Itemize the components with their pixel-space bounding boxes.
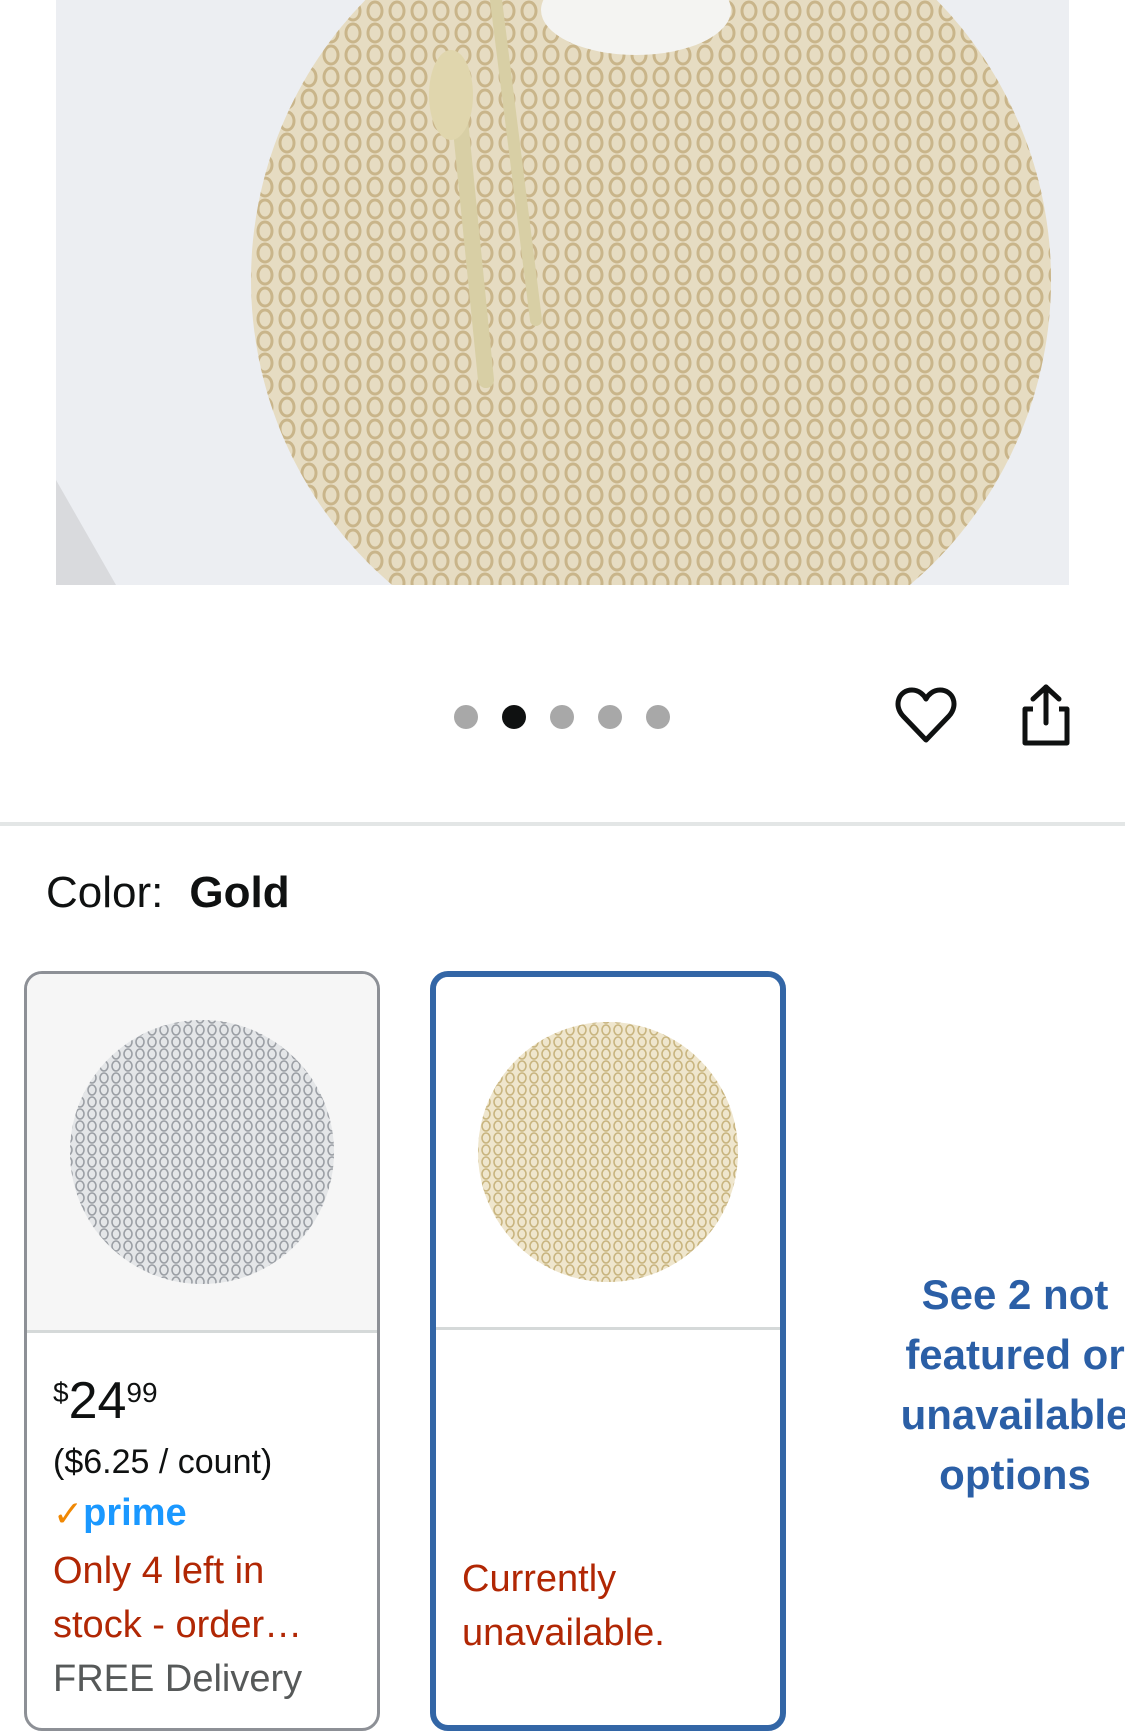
unit-price: ($6.25 / count) xyxy=(53,1443,273,1481)
pagination-dot[interactable] xyxy=(550,705,574,729)
delivery-info: FREE Delivery xyxy=(53,1658,303,1700)
prime-badge: ✓ prime xyxy=(53,1494,351,1532)
prime-check-icon: ✓ xyxy=(53,1493,84,1534)
see-more-options-link[interactable]: See 2 not featured or unavailable option… xyxy=(880,1265,1125,1505)
pagination-dot[interactable] xyxy=(454,705,478,729)
color-option-silver[interactable]: $2499 ($6.25 / count) ✓ prime Only 4 left… xyxy=(24,971,380,1731)
price-symbol: $ xyxy=(53,1377,69,1408)
pagination-dot[interactable] xyxy=(646,705,670,729)
pagination-dot-active[interactable] xyxy=(502,705,526,729)
share-icon xyxy=(1019,683,1073,752)
section-divider xyxy=(0,822,1125,826)
wishlist-button[interactable] xyxy=(894,685,958,749)
selected-color-value: Gold xyxy=(189,868,290,917)
color-option-gold[interactable]: Currently unavailable. xyxy=(430,971,786,1731)
option-thumbnail xyxy=(436,977,780,1330)
price-fraction: 99 xyxy=(126,1377,158,1408)
pagination-dot[interactable] xyxy=(598,705,622,729)
stock-warning: Only 4 left in stock - order… xyxy=(53,1550,303,1646)
prime-label: prime xyxy=(83,1492,187,1534)
image-pagination[interactable] xyxy=(454,705,694,729)
color-label: Color: xyxy=(46,868,164,917)
heart-icon xyxy=(895,686,957,749)
price-whole: 24 xyxy=(68,1372,127,1430)
share-button[interactable] xyxy=(1014,683,1078,752)
option-thumbnail xyxy=(27,974,377,1333)
availability-status: Currently unavailable. xyxy=(462,1558,665,1654)
product-image[interactable] xyxy=(56,0,1069,585)
option-price: $2499 xyxy=(53,1375,351,1427)
color-selector-label: Color: Gold xyxy=(46,868,290,918)
